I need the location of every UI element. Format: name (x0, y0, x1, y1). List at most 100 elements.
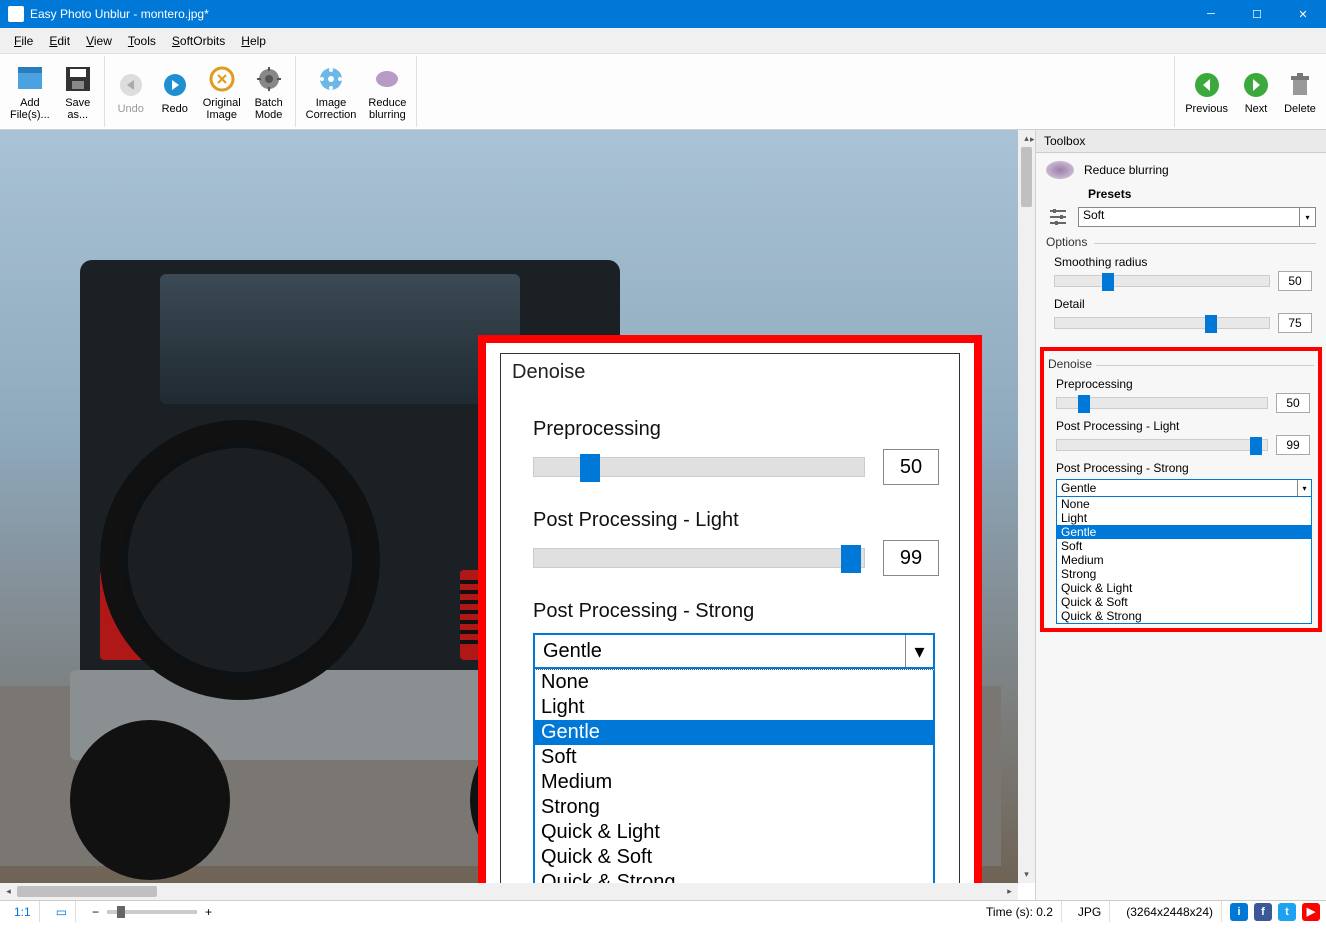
status-dimensions: (3264x2448x24) (1118, 901, 1222, 922)
overlay-option-light[interactable]: Light (535, 695, 933, 720)
image-correction-button[interactable]: Image Correction (300, 56, 363, 127)
facebook-icon[interactable]: f (1254, 903, 1272, 921)
poststrong-option-soft[interactable]: Soft (1057, 539, 1311, 553)
poststrong-option-qlight[interactable]: Quick & Light (1057, 581, 1311, 595)
menu-view[interactable]: View (78, 30, 120, 52)
overlay-preprocessing-slider[interactable] (533, 457, 865, 477)
previous-button[interactable]: Previous (1179, 56, 1234, 127)
collapse-arrow-icon[interactable]: ▸ (1030, 134, 1035, 145)
overlay-postlight-label: Post Processing - Light (533, 509, 959, 532)
zoom-in-button[interactable]: + (205, 905, 212, 919)
menu-file[interactable]: File (6, 30, 41, 52)
overlay-postlight-value[interactable]: 99 (883, 540, 939, 576)
toolbox-tab[interactable]: Toolbox (1036, 130, 1326, 153)
zoom-ratio[interactable]: 1:1 (6, 901, 40, 922)
delete-icon (1284, 69, 1316, 101)
poststrong-option-strong[interactable]: Strong (1057, 567, 1311, 581)
denoise-zoom-overlay: Preprocessing 50 Post Processing - Light… (478, 335, 982, 900)
youtube-icon[interactable]: ▶ (1302, 903, 1320, 921)
next-icon (1240, 69, 1272, 101)
undo-button[interactable]: Undo (109, 56, 153, 127)
denoise-group-highlighted: Denoise Preprocessing 50 Post Processing… (1040, 347, 1322, 632)
maximize-button[interactable]: ☐ (1234, 0, 1280, 28)
overlay-option-strong[interactable]: Strong (535, 795, 933, 820)
zoom-out-button[interactable]: − (84, 901, 99, 922)
postlight-value[interactable]: 99 (1276, 435, 1310, 455)
scroll-down-icon[interactable]: ▾ (1018, 866, 1035, 883)
overlay-poststrong-listbox[interactable]: None Light Gentle Soft Medium Strong Qui… (533, 669, 935, 897)
poststrong-option-light[interactable]: Light (1057, 511, 1311, 525)
overlay-poststrong-combo[interactable]: Gentle ▾ (533, 633, 935, 669)
image-correction-icon (315, 63, 347, 95)
reduce-blurring-icon (371, 63, 403, 95)
overlay-denoise-title: Denoise (508, 361, 589, 384)
status-bar: 1:1 ▭ − + Time (s): 0.2 JPG (3264x2448x2… (0, 900, 1326, 922)
overlay-postlight-slider[interactable] (533, 548, 865, 568)
batch-mode-button[interactable]: Batch Mode (247, 56, 291, 127)
fit-screen-button[interactable]: ▭ (48, 901, 76, 922)
detail-slider[interactable] (1054, 317, 1270, 329)
overlay-option-qsoft[interactable]: Quick & Soft (535, 845, 933, 870)
overlay-poststrong-label: Post Processing - Strong (533, 600, 959, 623)
poststrong-combo[interactable]: Gentle ▾ (1056, 479, 1312, 497)
menu-help[interactable]: Help (233, 30, 274, 52)
preprocessing-slider[interactable] (1056, 397, 1268, 409)
overlay-option-soft[interactable]: Soft (535, 745, 933, 770)
delete-button[interactable]: Delete (1278, 56, 1322, 127)
vertical-scrollbar[interactable] (1018, 130, 1035, 883)
preprocessing-value[interactable]: 50 (1276, 393, 1310, 413)
postlight-label: Post Processing - Light (1056, 419, 1314, 433)
close-button[interactable]: ✕ (1280, 0, 1326, 28)
save-icon (62, 63, 94, 95)
smoothing-value[interactable]: 50 (1278, 271, 1312, 291)
redo-icon (159, 69, 191, 101)
scroll-left-icon[interactable]: ◂ (0, 883, 17, 900)
scroll-right-icon[interactable]: ▸ (1001, 883, 1018, 900)
denoise-title: Denoise (1048, 357, 1314, 371)
overlay-option-qlight[interactable]: Quick & Light (535, 820, 933, 845)
overlay-option-gentle[interactable]: Gentle (535, 720, 933, 745)
chevron-down-icon: ▾ (905, 635, 933, 667)
next-button[interactable]: Next (1234, 56, 1278, 127)
undo-icon (115, 69, 147, 101)
minimize-button[interactable]: ─ (1188, 0, 1234, 28)
add-files-icon (14, 63, 46, 95)
toolbar: Add File(s)... Save as... Undo Redo Orig… (0, 54, 1326, 130)
poststrong-option-gentle[interactable]: Gentle (1057, 525, 1311, 539)
reduce-blurring-button[interactable]: Reduce blurring (362, 56, 412, 127)
zoom-slider[interactable] (107, 910, 197, 914)
add-files-button[interactable]: Add File(s)... (4, 56, 56, 127)
poststrong-option-none[interactable]: None (1057, 497, 1311, 511)
postlight-slider[interactable] (1056, 439, 1268, 451)
toolbox-title: Reduce blurring (1084, 163, 1169, 177)
smoothing-slider[interactable] (1054, 275, 1270, 287)
overlay-preprocessing-value[interactable]: 50 (883, 449, 939, 485)
batch-mode-icon (253, 63, 285, 95)
save-as-button[interactable]: Save as... (56, 56, 100, 127)
detail-label: Detail (1054, 297, 1316, 311)
overlay-option-medium[interactable]: Medium (535, 770, 933, 795)
status-time: Time (s): 0.2 (978, 901, 1062, 922)
poststrong-option-medium[interactable]: Medium (1057, 553, 1311, 567)
menu-tools[interactable]: Tools (120, 30, 164, 52)
poststrong-label: Post Processing - Strong (1056, 461, 1314, 475)
detail-value[interactable]: 75 (1278, 313, 1312, 333)
redo-button[interactable]: Redo (153, 56, 197, 127)
horizontal-scrollbar[interactable] (0, 883, 1018, 900)
menu-edit[interactable]: Edit (41, 30, 78, 52)
info-icon[interactable]: i (1230, 903, 1248, 921)
image-canvas[interactable]: Preprocessing 50 Post Processing - Light… (0, 130, 1036, 900)
overlay-option-none[interactable]: None (535, 670, 933, 695)
chevron-down-icon: ▾ (1297, 480, 1311, 496)
presets-select[interactable]: Soft ▾ (1078, 207, 1316, 227)
poststrong-option-qsoft[interactable]: Quick & Soft (1057, 595, 1311, 609)
options-group-label: Options (1046, 235, 1316, 249)
previous-icon (1191, 69, 1223, 101)
poststrong-listbox[interactable]: None Light Gentle Soft Medium Strong Qui… (1056, 497, 1312, 624)
menu-softorbits[interactable]: SoftOrbits (164, 30, 233, 52)
reduce-blurring-icon (1046, 161, 1074, 179)
chevron-down-icon: ▾ (1299, 208, 1315, 226)
original-image-button[interactable]: Original Image (197, 56, 247, 127)
poststrong-option-qstrong[interactable]: Quick & Strong (1057, 609, 1311, 623)
twitter-icon[interactable]: t (1278, 903, 1296, 921)
